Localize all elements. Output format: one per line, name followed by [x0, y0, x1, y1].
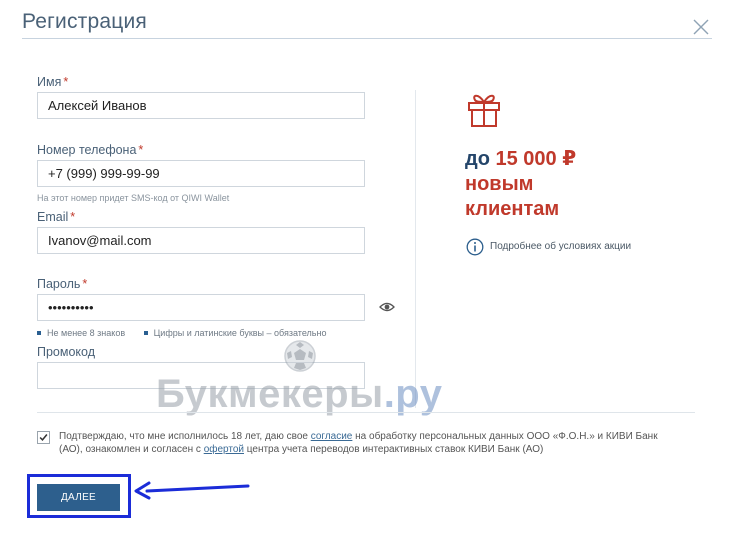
password-label-text: Пароль: [37, 277, 81, 291]
promo-prefix: до: [465, 148, 496, 170]
password-req-chars-text: Цифры и латинские буквы – обязательно: [153, 328, 327, 338]
password-req-length: Не менее 8 знаков: [37, 328, 125, 338]
gift-icon: [468, 94, 500, 127]
consent-text-1: Подтверждаю, что мне исполнилось 18 лет,…: [59, 431, 311, 442]
consent-text: Подтверждаю, что мне исполнилось 18 лет,…: [59, 430, 659, 456]
required-mark: *: [63, 75, 69, 89]
dialog-title: Регистрация: [22, 10, 147, 33]
watermark-suffix: .ру: [383, 372, 443, 416]
password-label: Пароль *: [37, 277, 87, 291]
name-label: Имя *: [37, 75, 68, 89]
promo-label: Промокод: [37, 345, 96, 359]
bullet-icon: [143, 330, 148, 335]
next-button[interactable]: ДАЛЕЕ: [37, 484, 120, 511]
form-divider: [37, 412, 695, 413]
eye-icon[interactable]: [379, 301, 395, 313]
phone-hint: На этот номер придет SMS-код от QIWI Wal…: [37, 193, 230, 203]
phone-field[interactable]: +7 (999) 999-99-99: [37, 160, 365, 187]
soccer-ball-icon: [284, 340, 316, 372]
watermark: Букмекеры.ру: [156, 372, 442, 417]
promo-terms-link[interactable]: Подробнее об условиях акции: [490, 241, 631, 252]
phone-label: Номер телефона *: [37, 143, 143, 157]
phone-label-text: Номер телефона: [37, 143, 137, 157]
promo-line-2: новым: [465, 173, 534, 195]
bullet-icon: [37, 330, 41, 335]
consent-checkbox[interactable]: [37, 431, 50, 444]
password-req-length-text: Не менее 8 знаков: [47, 328, 126, 338]
title-divider: [22, 38, 712, 39]
promo-line-3: клиентам: [465, 198, 560, 220]
required-mark: *: [138, 143, 144, 157]
password-req-chars: Цифры и латинские буквы – обязательно: [143, 328, 327, 338]
close-icon[interactable]: [692, 18, 710, 36]
consent-offer-link[interactable]: офертой: [204, 444, 244, 455]
required-mark: *: [70, 210, 76, 224]
email-field[interactable]: Ivanov@mail.com: [37, 227, 365, 254]
consent-agreement-link[interactable]: согласие: [311, 431, 353, 442]
watermark-text: Букмекеры: [156, 372, 384, 416]
email-label-text: Email: [37, 210, 69, 224]
email-label: Email *: [37, 210, 75, 224]
required-mark: *: [82, 277, 88, 291]
info-icon[interactable]: [466, 238, 484, 256]
annotation-arrow-icon: [134, 481, 250, 500]
column-divider: [415, 90, 416, 408]
promo-amount: 15 000 ₽: [495, 148, 577, 170]
promo-headline: до 15 000 ₽ новым клиентам: [465, 147, 576, 222]
name-label-text: Имя: [37, 75, 62, 89]
consent-text-3: центра учета переводов интерактивных ста…: [244, 444, 544, 455]
promo-line-1: до 15 000 ₽: [465, 147, 576, 172]
password-requirements: Не менее 8 знаков Цифры и латинские букв…: [37, 328, 342, 338]
password-field[interactable]: ••••••••••: [37, 294, 365, 321]
name-field[interactable]: Алексей Иванов: [37, 92, 365, 119]
